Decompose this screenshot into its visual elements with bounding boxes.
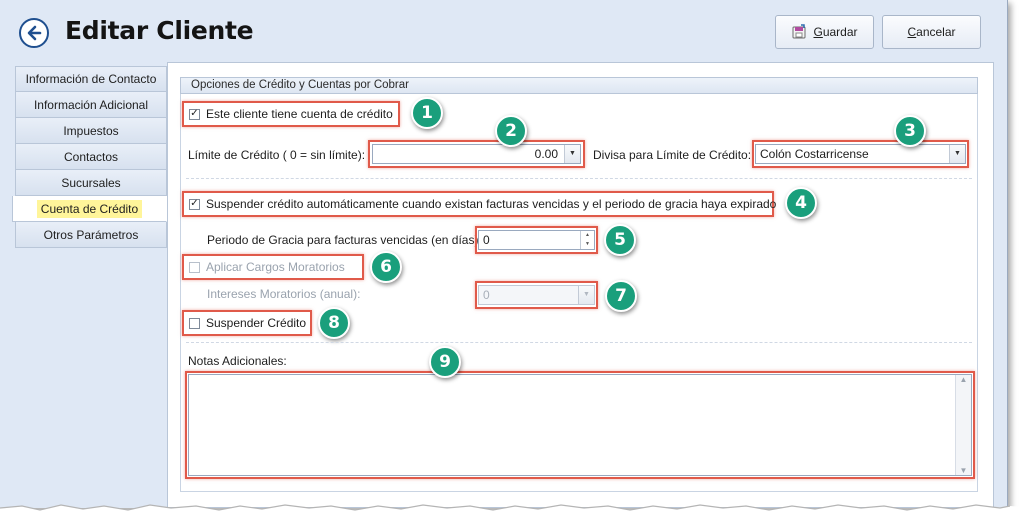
sidebar-item-label: Sucursales xyxy=(61,175,121,190)
sidebar-item-contacts[interactable]: Contactos xyxy=(15,144,167,170)
sidebar-item-label: Información de Contacto xyxy=(25,72,157,86)
suspend-credit-label: Suspender Crédito xyxy=(206,316,307,330)
editor-window: Editar Cliente Guardar Cancelar Informac… xyxy=(0,0,1008,508)
sidebar-item-label: Otros Parámetros xyxy=(43,227,139,242)
limit-label: Límite de Crédito ( 0 = sin límite): xyxy=(188,148,366,162)
callout-badge-2: 2 xyxy=(495,115,527,147)
interest-label: Intereses Moratorios (anual): xyxy=(207,287,361,301)
check-icon: ✓ xyxy=(189,108,200,120)
callout-badge-3: 3 xyxy=(894,115,926,147)
callout-badge-1: 1 xyxy=(411,97,443,129)
has-credit-label: Este cliente tiene cuenta de crédito xyxy=(206,107,393,121)
back-button[interactable] xyxy=(19,18,49,48)
credit-limit-value: 0.00 xyxy=(534,147,558,161)
sidebar-item-branches[interactable]: Sucursales xyxy=(15,170,167,196)
late-charges-checkbox[interactable]: Aplicar Cargos Moratorios xyxy=(189,260,345,274)
save-icon xyxy=(792,24,806,39)
notes-label: Notas Adicionales: xyxy=(188,354,287,368)
interest-value: 0 xyxy=(483,288,490,302)
group-title: Opciones de Crédito y Cuentas por Cobrar xyxy=(180,77,978,94)
grace-label: Periodo de Gracia para facturas vencidas… xyxy=(207,233,482,247)
suspend-credit-checkbox[interactable]: Suspender Crédito xyxy=(189,316,306,330)
grace-value: 0 xyxy=(483,233,490,247)
callout-badge-8: 8 xyxy=(318,307,350,339)
has-credit-checkbox[interactable]: ✓ Este cliente tiene cuenta de crédito xyxy=(189,107,393,121)
torn-edge xyxy=(0,504,1023,527)
sidebar: Información de Contacto Información Adic… xyxy=(12,66,167,248)
late-charges-label: Aplicar Cargos Moratorios xyxy=(206,260,345,274)
check-icon: ✓ xyxy=(189,198,200,210)
save-label: Guardar xyxy=(813,25,858,39)
interest-input[interactable]: 0 ▼ xyxy=(478,285,595,305)
suspend-auto-checkbox[interactable]: ✓ Suspender crédito automáticamente cuan… xyxy=(189,197,776,211)
chevron-down-icon[interactable]: ▼ xyxy=(949,145,965,163)
currency-select[interactable]: Colón Costarricense ▼ xyxy=(755,144,966,164)
currency-value: Colón Costarricense xyxy=(760,147,869,161)
callout-badge-6: 6 xyxy=(370,251,402,283)
sidebar-item-label: Contactos xyxy=(63,149,119,164)
divider xyxy=(186,342,972,343)
sidebar-item-label: Cuenta de Crédito xyxy=(36,199,143,218)
sidebar-item-credit-account[interactable]: Cuenta de Crédito xyxy=(12,196,167,222)
back-arrow-icon xyxy=(27,25,42,41)
spinner-icon[interactable]: ▲ ▼ xyxy=(580,231,594,249)
currency-label: Divisa para Límite de Crédito: xyxy=(593,148,752,162)
sidebar-item-additional-info[interactable]: Información Adicional xyxy=(15,92,167,118)
sidebar-item-taxes[interactable]: Impuestos xyxy=(15,118,167,144)
callout-badge-5: 5 xyxy=(604,224,636,256)
notes-scrollbar[interactable]: ▲ ▼ xyxy=(955,375,971,475)
callout-badge-4: 4 xyxy=(785,187,817,219)
sidebar-item-other-params[interactable]: Otros Parámetros xyxy=(15,222,167,248)
sidebar-item-contact-info[interactable]: Información de Contacto xyxy=(15,66,167,92)
page-title: Editar Cliente xyxy=(65,16,254,45)
chevron-down-icon[interactable]: ▼ xyxy=(564,145,580,163)
callout-badge-7: 7 xyxy=(605,280,637,312)
cancel-label: Cancelar xyxy=(907,25,956,39)
checkbox-box xyxy=(189,261,200,273)
notes-textarea[interactable]: ▲ ▼ xyxy=(188,374,972,476)
save-button[interactable]: Guardar xyxy=(775,15,874,49)
sidebar-item-label: Información Adicional xyxy=(33,97,149,112)
chevron-down-icon[interactable]: ▼ xyxy=(578,286,594,304)
credit-limit-input[interactable]: 0.00 ▼ xyxy=(372,144,581,164)
divider xyxy=(186,178,972,179)
suspend-auto-label: Suspender crédito automáticamente cuando… xyxy=(206,197,777,211)
grace-period-input[interactable]: 0 ▲ ▼ xyxy=(478,230,595,250)
callout-badge-9: 9 xyxy=(429,346,461,378)
sidebar-item-label: Impuestos xyxy=(63,123,119,138)
cancel-button[interactable]: Cancelar xyxy=(882,15,981,49)
checkbox-box xyxy=(189,317,200,329)
